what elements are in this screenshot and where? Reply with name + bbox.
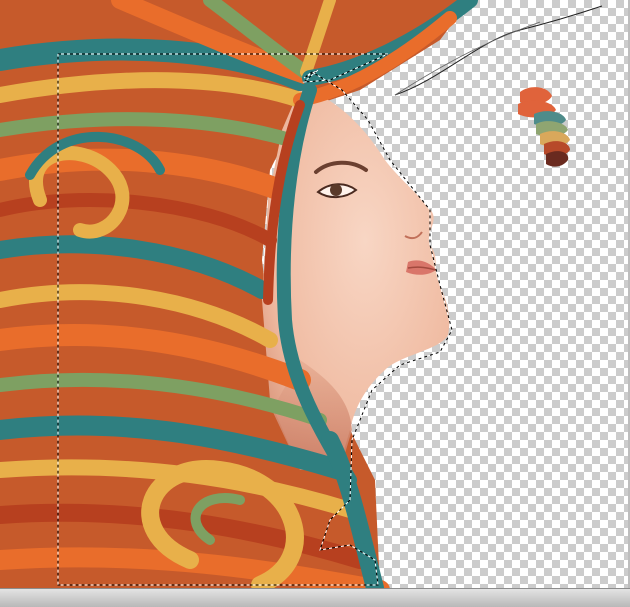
horizontal-scrollbar[interactable] bbox=[0, 588, 630, 607]
color-swatches bbox=[518, 87, 570, 167]
artwork-layer[interactable] bbox=[0, 0, 630, 588]
document-canvas[interactable] bbox=[0, 0, 630, 588]
iris bbox=[330, 184, 342, 196]
